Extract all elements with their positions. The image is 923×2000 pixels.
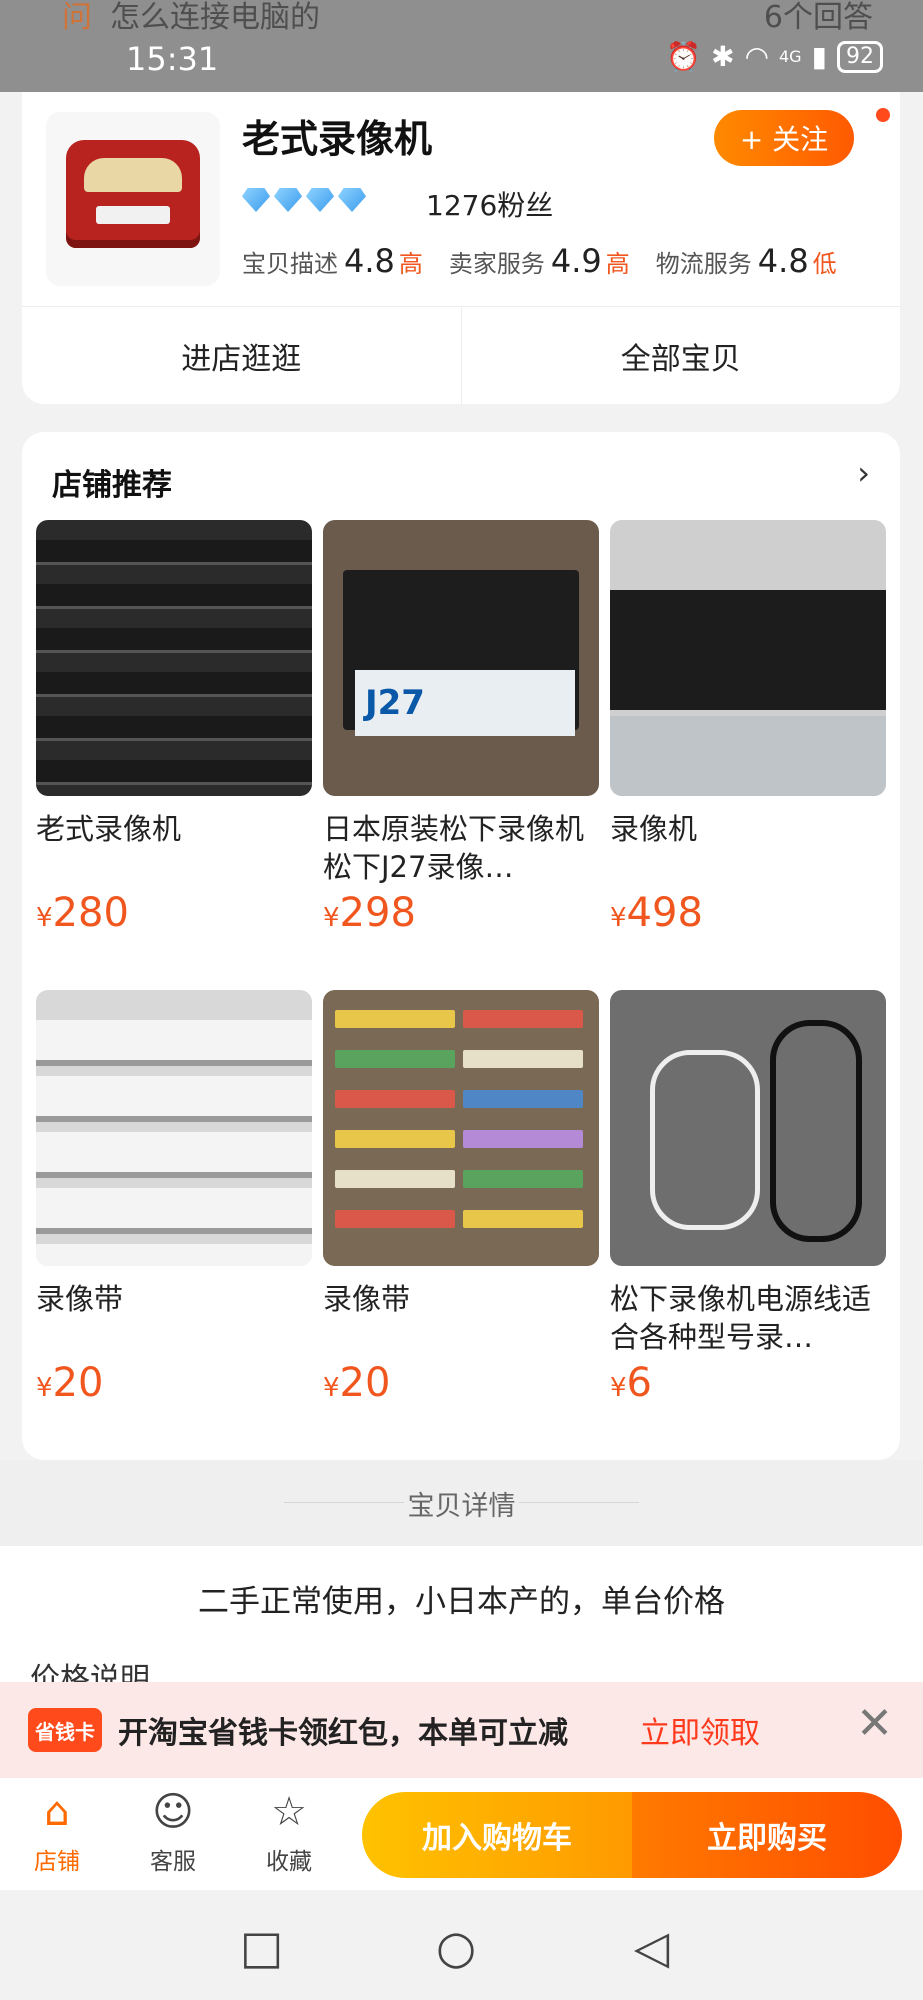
product-price: ¥6: [610, 1360, 652, 1406]
product-name: 老式录像机: [36, 812, 182, 846]
favorite-tab[interactable]: ☆ 收藏: [244, 1786, 334, 1876]
claim-now-link[interactable]: 立即领取: [640, 1708, 760, 1752]
back-icon[interactable]: ◁: [634, 1920, 669, 1974]
product-price: ¥280: [36, 890, 129, 936]
chat-icon: ☺: [152, 1789, 194, 1835]
details-content: 二手正常使用，小日本产的，单台价格 价格说明: [0, 1546, 923, 1697]
product-image[interactable]: [323, 990, 599, 1266]
notification-dot: [876, 108, 890, 122]
product-name: 录像带: [36, 1282, 124, 1316]
bluetooth-icon: ✱: [711, 40, 735, 73]
all-items-button[interactable]: 全部宝贝: [462, 307, 901, 405]
clock: 15:31: [126, 40, 219, 78]
product-image[interactable]: [36, 990, 312, 1266]
star-icon: ☆: [271, 1789, 307, 1835]
product-name: 录像机: [610, 812, 698, 846]
buy-now-button[interactable]: 立即购买: [632, 1792, 902, 1878]
question-badge: 问: [62, 0, 92, 35]
radio-keys: [96, 206, 170, 224]
visit-shop-button[interactable]: 进店逛逛: [22, 307, 462, 405]
diamond-icon: [306, 188, 334, 212]
bottom-action-bar: ⌂ 店铺 ☺ 客服 ☆ 收藏 加入购物车 立即购买: [0, 1778, 923, 1890]
product-image[interactable]: J27: [323, 520, 599, 796]
shop-card: 老式录像机 1276粉丝 宝贝描述 4.8 高 卖家服务 4.9 高 物流服务 4.8 低 …: [22, 92, 900, 405]
shop-level-diamonds: [242, 188, 366, 212]
section-title: 店铺推荐: [52, 468, 172, 503]
network-label: 4G: [779, 47, 802, 66]
product-price: ¥20: [36, 1360, 104, 1406]
status-bar: 问 怎么连接电脑的 6个回答 15:31 ⏰ ✱ ◠ 4G ▮ 92: [0, 0, 923, 92]
savings-card-badge: 省钱卡: [28, 1708, 102, 1752]
diamond-icon: [242, 188, 270, 212]
store-icon: ⌂: [44, 1789, 70, 1835]
rating-service: 卖家服务 4.9 高: [448, 242, 630, 280]
follow-button[interactable]: + 关注: [714, 110, 854, 166]
details-title: 宝贝详情: [407, 1491, 516, 1522]
close-icon[interactable]: ✕: [856, 1698, 893, 1749]
service-tab[interactable]: ☺ 客服: [128, 1786, 218, 1876]
product-card[interactable]: 录像带 ¥20: [36, 990, 312, 1406]
home-icon[interactable]: ○: [436, 1920, 476, 1974]
product-card[interactable]: J27 日本原装松下录像机 松下J27录像… ¥298: [323, 520, 599, 936]
radio-dial: [84, 158, 182, 192]
product-card[interactable]: 录像带 ¥20: [323, 990, 599, 1406]
answers-count[interactable]: 6个回答: [764, 0, 873, 36]
chevron-right-icon[interactable]: ›: [857, 454, 870, 492]
diamond-icon: [274, 188, 302, 212]
promo-banner[interactable]: 省钱卡 开淘宝省钱卡领红包，本单可立减 立即领取 ✕: [0, 1682, 923, 1778]
product-image[interactable]: [610, 990, 886, 1266]
product-price: ¥498: [610, 890, 703, 936]
shop-actions: 进店逛逛 全部宝贝: [22, 306, 900, 405]
product-price: ¥298: [323, 890, 416, 936]
product-price: ¥20: [323, 1360, 391, 1406]
product-image[interactable]: [36, 520, 312, 796]
system-nav-bar: □ ○ ◁: [0, 1890, 923, 2000]
product-label-j27: J27: [355, 670, 575, 736]
recents-icon[interactable]: □: [240, 1920, 283, 1974]
status-icons: ⏰ ✱ ◠ 4G ▮ 92: [666, 40, 883, 73]
product-card[interactable]: 松下录像机电源线适合各种型号录… ¥6: [610, 990, 886, 1406]
rating-description: 宝贝描述 4.8 高: [242, 242, 423, 280]
divider-line: [519, 1502, 639, 1503]
alarm-icon: ⏰: [666, 40, 702, 73]
shop-name[interactable]: 老式录像机: [242, 108, 432, 163]
product-name: 日本原装松下录像机 松下J27录像…: [323, 812, 585, 884]
add-to-cart-button[interactable]: 加入购物车: [362, 1792, 632, 1878]
product-name: 松下录像机电源线适合各种型号录…: [610, 1282, 872, 1354]
battery-indicator: 92: [837, 40, 883, 73]
store-tab[interactable]: ⌂ 店铺: [12, 1786, 102, 1876]
service-label: 客服: [150, 1849, 196, 1875]
item-description: 二手正常使用，小日本产的，单台价格: [198, 1584, 725, 1620]
fans-count: 1276粉丝: [426, 189, 554, 222]
rating-logistics: 物流服务 4.8 低: [655, 242, 837, 280]
shop-recommendations: 店铺推荐 › 老式录像机 ¥280 J27 日本原装松下录像机 松下J27录像……: [22, 432, 900, 1460]
product-image[interactable]: [610, 520, 886, 796]
product-card[interactable]: 录像机 ¥498: [610, 520, 886, 936]
radio-logo-image: [66, 140, 200, 248]
promo-text: 开淘宝省钱卡领红包，本单可立减: [118, 1716, 568, 1751]
signal-icon: ▮: [811, 40, 827, 73]
product-name: 录像带: [323, 1282, 411, 1316]
wifi-icon: ◠: [744, 40, 769, 73]
shop-ratings: 宝贝描述 4.8 高 卖家服务 4.9 高 物流服务 4.8 低: [242, 242, 837, 280]
store-label: 店铺: [34, 1849, 80, 1875]
details-divider: 宝贝详情: [0, 1460, 923, 1546]
diamond-icon: [338, 188, 366, 212]
question-text[interactable]: 怎么连接电脑的: [110, 0, 320, 36]
shop-logo[interactable]: [46, 112, 220, 286]
favorite-label: 收藏: [266, 1849, 312, 1875]
product-card[interactable]: 老式录像机 ¥280: [36, 520, 312, 936]
